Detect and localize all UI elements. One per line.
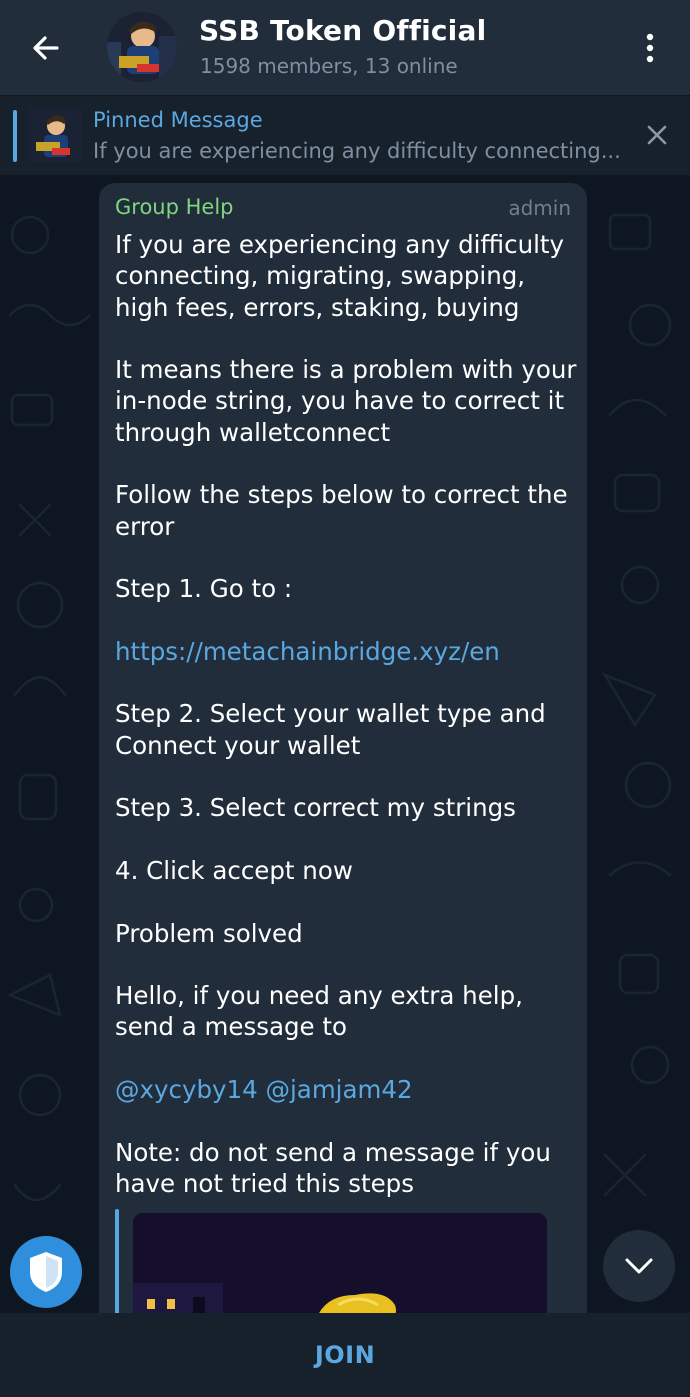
message-paragraph: Step 2. Select your wallet type and Conn… <box>115 699 546 760</box>
pinned-accent-bar <box>13 110 17 162</box>
message-paragraph: Step 3. Select correct my strings <box>115 793 516 823</box>
message-paragraph: If you are experiencing any difficulty c… <box>115 230 565 322</box>
pinned-preview-text: If you are experiencing any difficulty c… <box>93 139 621 163</box>
message-bubble[interactable]: Group Help admin If you are experiencing… <box>99 183 587 1313</box>
more-vertical-icon <box>646 33 654 63</box>
scroll-down-button[interactable] <box>603 1230 675 1302</box>
embedded-image-preview[interactable] <box>133 1213 547 1313</box>
sender-role-badge: admin <box>508 196 571 220</box>
pinned-title: Pinned Message <box>93 108 263 132</box>
message-paragraph: 4. Click accept now <box>115 855 353 885</box>
message-sender[interactable]: Group Help <box>115 195 233 219</box>
shield-button[interactable] <box>10 1236 82 1308</box>
message-paragraph: It means there is a problem with your in… <box>115 355 577 447</box>
chat-area[interactable]: Group Help admin If you are experiencing… <box>0 175 690 1313</box>
more-menu-button[interactable] <box>628 24 672 72</box>
message-paragraph: Hello, if you need any extra help, send … <box>115 981 523 1042</box>
back-button[interactable] <box>22 24 70 72</box>
group-avatar[interactable] <box>107 12 177 82</box>
join-button[interactable]: JOIN <box>315 1341 375 1369</box>
join-bar: JOIN <box>0 1313 690 1397</box>
member-count: 1598 members, 13 online <box>200 54 458 78</box>
mention-link[interactable]: @xycyby14 <box>115 1075 258 1104</box>
close-icon <box>647 125 667 145</box>
shield-icon <box>30 1252 62 1292</box>
arrow-left-icon <box>33 36 59 60</box>
message-paragraph: Problem solved <box>115 918 303 948</box>
message-paragraph: Note: do not send a message if you have … <box>115 1137 551 1198</box>
embedded-preview-bar <box>115 1209 119 1313</box>
message-text: If you are experiencing any difficulty c… <box>115 229 577 1231</box>
telegram-app: SSB Token Official 1598 members, 13 onli… <box>0 0 690 1397</box>
mention-link[interactable]: @jamjam42 <box>266 1075 413 1104</box>
message-link[interactable]: https://metachainbridge.xyz/en <box>115 637 500 666</box>
pinned-thumbnail <box>28 108 82 162</box>
chat-header: SSB Token Official 1598 members, 13 onli… <box>0 0 690 95</box>
chevron-down-icon <box>625 1258 653 1274</box>
message-paragraph: Follow the steps below to correct the er… <box>115 480 568 541</box>
pinned-close-button[interactable] <box>640 118 674 152</box>
pinned-message-bar[interactable]: Pinned Message If you are experiencing a… <box>0 95 690 175</box>
chat-title[interactable]: SSB Token Official <box>199 14 486 47</box>
message-paragraph: Step 1. Go to : <box>115 574 293 604</box>
